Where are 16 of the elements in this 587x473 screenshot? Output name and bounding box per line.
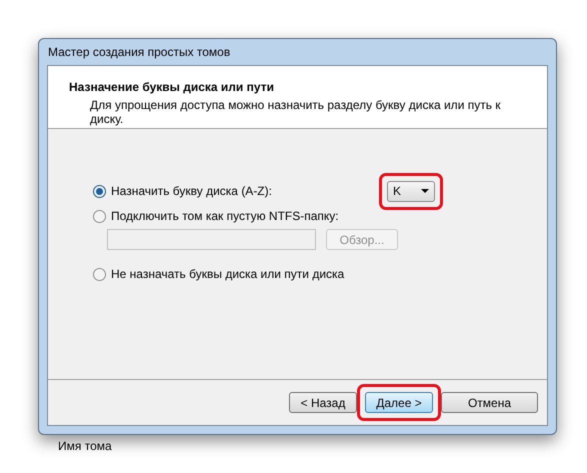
folder-path-field[interactable] [107,229,316,250]
drive-letter-dropdown[interactable]: K [387,180,435,202]
page-heading: Назначение буквы диска или пути [69,79,275,96]
radio-label[interactable]: Подключить том как пустую NTFS-папку: [111,207,339,225]
radio-label[interactable]: Не назначать буквы диска или пути диска [111,265,344,283]
dialog-button[interactable]: Далее > [365,392,433,413]
window-title: Мастер создания простых томов [47,44,232,61]
radio-button[interactable] [93,268,106,280]
dialog-button[interactable]: Отмена [441,392,538,413]
page-description: Для упрощения доступа можно назначить разделу букву диска или путь к диску. [89,98,502,126]
radio-button[interactable] [93,184,106,198]
caret-icon [421,189,429,193]
radio-label[interactable]: Назначить букву диска (A-Z): [111,182,272,200]
background-label: Имя тома [58,438,112,455]
radio-button[interactable] [93,210,106,222]
dialog-button[interactable]: < Назад [289,392,357,413]
